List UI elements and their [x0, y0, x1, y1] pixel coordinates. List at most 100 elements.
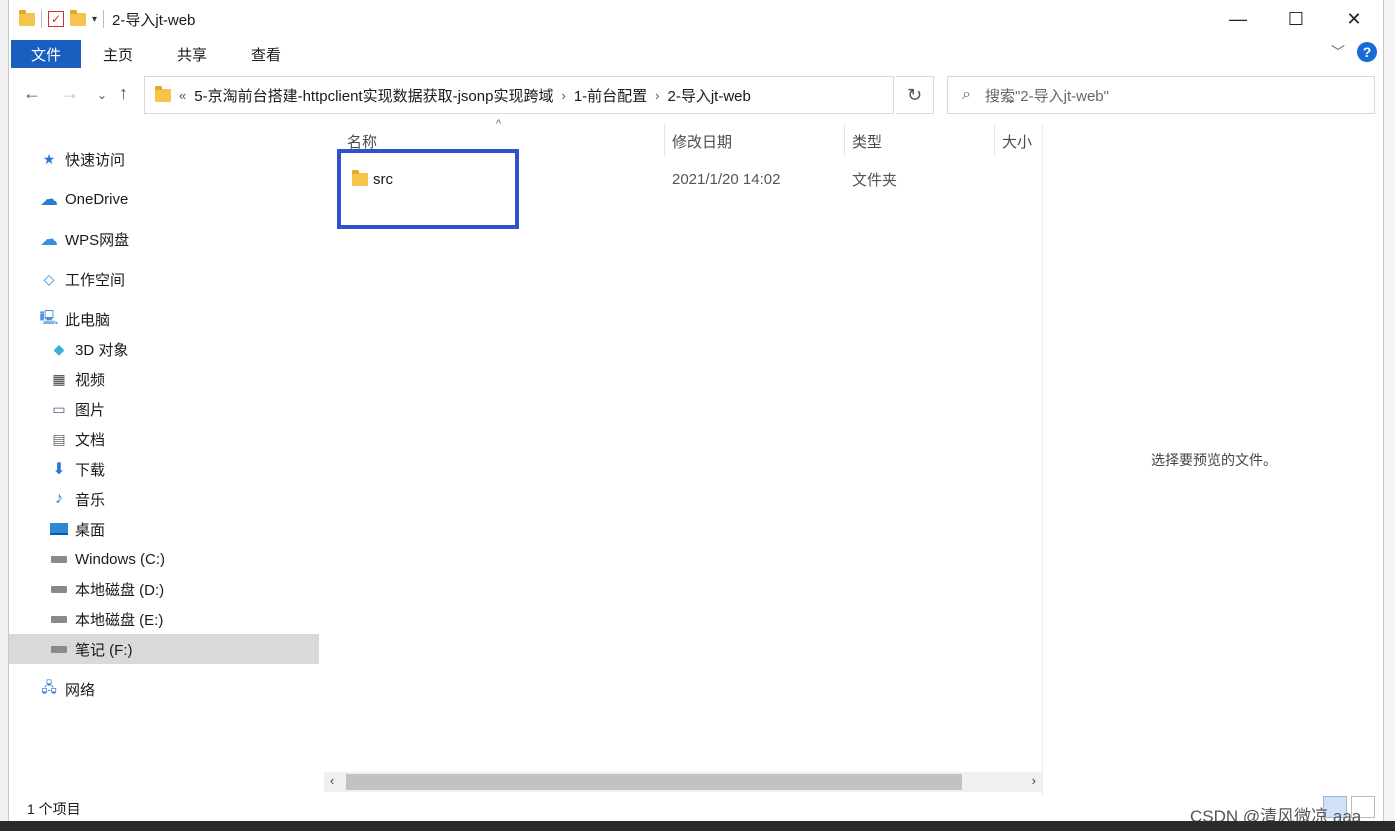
horizontal-scrollbar[interactable]: ‹ › [324, 772, 1042, 792]
sidebar-item-label: 3D 对象 [75, 341, 129, 359]
divider [103, 10, 105, 28]
sidebar-item-quick-access[interactable]: ★ 快速访问 [39, 144, 125, 174]
network-icon: 🖧 [41, 679, 57, 695]
sidebar-item-videos[interactable]: ▦ 视频 [49, 364, 105, 394]
back-arrow-icon[interactable]: ← [23, 83, 41, 104]
navigation-bar: ← → ⌄ ↑ « 5-京淘前台搭建-httpclient实现数据获取-json… [9, 73, 1383, 117]
sidebar-item-label: OneDrive [65, 190, 129, 208]
folder-icon [155, 85, 171, 102]
annotation-highlight-box [337, 149, 519, 229]
computer-icon: 🖳 [39, 309, 59, 325]
sidebar-item-label: 下载 [75, 461, 106, 479]
sidebar-item-label: 本地磁盘 (D:) [75, 581, 165, 599]
background-right-edge [1384, 0, 1395, 831]
breadcrumb-item[interactable]: 5-京淘前台搭建-httpclient实现数据获取-jsonp实现跨域 [194, 85, 553, 106]
sidebar-item-drive-e[interactable]: 本地磁盘 (E:) [49, 604, 163, 634]
sidebar-item-label: 此电脑 [65, 311, 111, 329]
tab-share[interactable]: 共享 [155, 40, 229, 68]
search-icon: ⌕ [962, 86, 971, 103]
sidebar-item-label: Windows (C:) [75, 550, 166, 568]
breadcrumb: « 5-京淘前台搭建-httpclient实现数据获取-jsonp实现跨域 › … [155, 85, 751, 106]
sidebar-item-label: 图片 [75, 401, 106, 419]
sidebar-item-this-pc[interactable]: 🖳 此电脑 [39, 304, 110, 334]
divider [41, 10, 42, 28]
column-header-size[interactable]: 大小 [994, 124, 1042, 158]
picture-icon: ▭ [52, 400, 66, 417]
sidebar-item-label: 工作空间 [65, 271, 126, 289]
sidebar-item-label: 快速访问 [65, 151, 126, 169]
new-folder-icon[interactable] [70, 9, 86, 26]
expand-ribbon-icon[interactable]: ﹀ [1331, 42, 1345, 62]
search-input[interactable]: ⌕ 搜索"2-导入jt-web" [947, 76, 1375, 114]
tab-file[interactable]: 文件 [11, 40, 82, 68]
scroll-left-icon[interactable]: ‹ [330, 773, 334, 788]
recent-locations-chevron-icon[interactable]: ⌄ [97, 88, 107, 102]
sidebar-item-music[interactable]: ♪ 音乐 [49, 484, 105, 514]
quick-access-toolbar: ✓ ▾ [19, 9, 105, 28]
video-icon: ▦ [52, 370, 66, 387]
column-header-modified[interactable]: 修改日期 [664, 124, 844, 158]
desktop-icon [49, 519, 69, 539]
ribbon-tabs: 文件 主页 共享 查看 ﹀ ? [9, 38, 1383, 70]
sidebar-item-label: 音乐 [75, 491, 106, 509]
scrollbar-thumb[interactable] [346, 774, 962, 790]
sidebar-item-label: 网络 [65, 681, 96, 699]
document-icon: ▤ [52, 430, 66, 447]
column-header-type[interactable]: 类型 [844, 124, 994, 158]
sidebar-item-3d-objects[interactable]: ◆ 3D 对象 [49, 334, 129, 364]
help-icon[interactable]: ? [1357, 42, 1377, 62]
drive-icon [49, 579, 69, 599]
file-modified: 2021/1/20 14:02 [672, 170, 781, 188]
title-bar: ✓ ▾ 2-导入jt-web — ☐ ✕ [9, 0, 1383, 38]
chevron-right-icon[interactable]: › [655, 88, 659, 103]
sidebar-item-drive-d[interactable]: 本地磁盘 (D:) [49, 574, 164, 604]
window-title: 2-导入jt-web [112, 11, 196, 29]
close-button[interactable]: ✕ [1325, 0, 1383, 38]
folder-icon [19, 9, 35, 26]
sidebar-item-downloads[interactable]: ⬇ 下载 [49, 454, 105, 484]
ribbon-right: ﹀ ? [1331, 42, 1377, 62]
sidebar-item-label: 文档 [75, 431, 106, 449]
sidebar-item-workspace[interactable]: ◇ 工作空间 [39, 264, 125, 294]
sidebar-item-pictures[interactable]: ▭ 图片 [49, 394, 105, 424]
properties-check-icon[interactable]: ✓ [48, 11, 64, 27]
scroll-right-icon[interactable]: › [1032, 773, 1036, 788]
search-placeholder: 搜索"2-导入jt-web" [984, 87, 1109, 105]
sidebar-item-drive-f[interactable]: 笔记 (F:) [9, 634, 319, 664]
sidebar-item-label: WPS网盘 [65, 231, 130, 249]
download-icon: ⬇ [52, 461, 66, 478]
file-type: 文件夹 [852, 171, 898, 189]
sidebar-item-network[interactable]: 🖧 网络 [39, 674, 95, 704]
music-icon: ♪ [55, 490, 63, 507]
background-left-edge [0, 0, 8, 831]
up-arrow-icon[interactable]: ↑ [119, 83, 128, 104]
breadcrumb-item[interactable]: 1-前台配置 [574, 85, 647, 106]
customize-dropdown-icon[interactable]: ▾ [92, 14, 97, 25]
sidebar-item-drive-c[interactable]: Windows (C:) [49, 544, 165, 574]
chevron-right-icon[interactable]: › [561, 88, 565, 103]
minimize-button[interactable]: — [1209, 0, 1267, 38]
tab-view[interactable]: 查看 [229, 40, 303, 68]
sidebar-item-desktop[interactable]: 桌面 [49, 514, 105, 544]
navigation-pane: ★ 快速访问 ☁ OneDrive ☁ WPS网盘 ◇ 工作空间 🖳 此电脑 ◆… [9, 124, 322, 796]
explorer-window: ✓ ▾ 2-导入jt-web — ☐ ✕ 文件 主页 共享 查看 ﹀ ? ← →… [8, 0, 1384, 826]
overflow-chevron[interactable]: « [179, 88, 186, 103]
forward-arrow-icon[interactable]: → [61, 83, 79, 104]
sidebar-item-documents[interactable]: ▤ 文档 [49, 424, 105, 454]
sidebar-item-label: 本地磁盘 (E:) [75, 611, 164, 629]
breadcrumb-item[interactable]: 2-导入jt-web [668, 85, 751, 106]
sidebar-item-label: 笔记 (F:) [75, 641, 133, 659]
drive-icon [49, 609, 69, 629]
sidebar-item-wps-cloud[interactable]: ☁ WPS网盘 [39, 224, 129, 254]
refresh-button[interactable]: ↻ [896, 76, 934, 114]
maximize-button[interactable]: ☐ [1267, 0, 1325, 38]
item-count: 1 个项目 [27, 800, 81, 817]
sidebar-item-onedrive[interactable]: ☁ OneDrive [39, 184, 128, 214]
file-list: ^ 名称 修改日期 类型 大小 src 2021/1/20 14:02 文件夹 … [324, 118, 1042, 796]
cube-icon: ◆ [53, 340, 65, 357]
tab-home[interactable]: 主页 [81, 40, 155, 68]
star-icon: ★ [42, 150, 56, 167]
address-bar[interactable]: « 5-京淘前台搭建-httpclient实现数据获取-jsonp实现跨域 › … [144, 76, 1017, 114]
sidebar-item-label: 视频 [75, 371, 106, 389]
status-bar: 1 个项目 [9, 796, 1383, 821]
